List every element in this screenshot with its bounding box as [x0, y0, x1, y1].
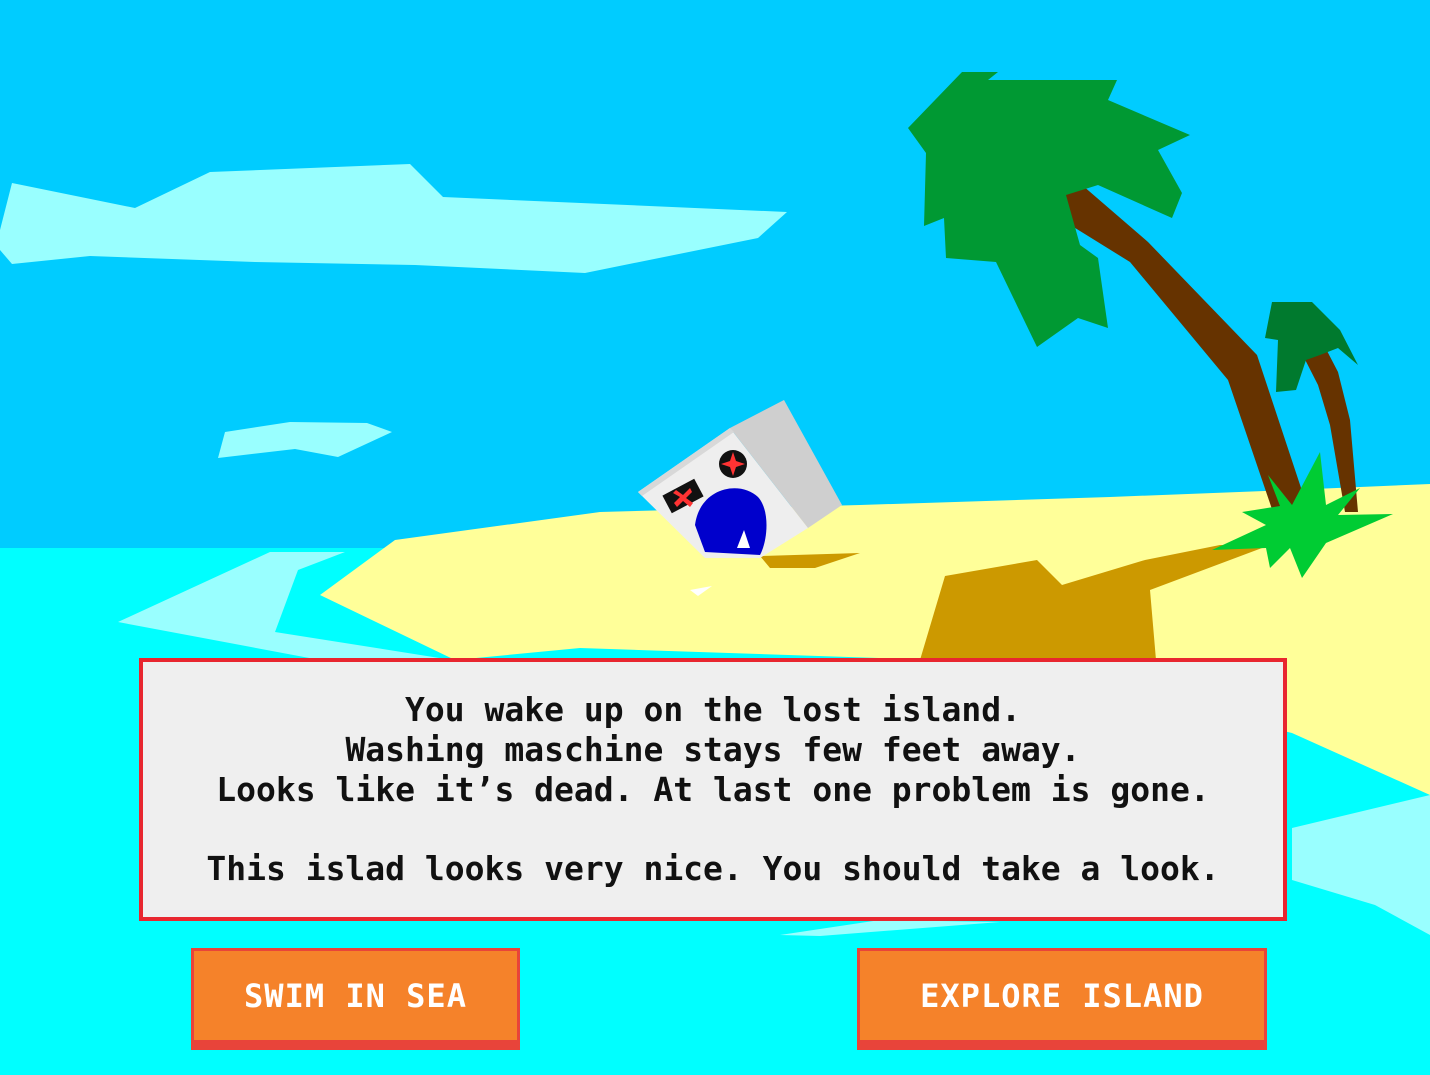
- story-line: Looks like it’s dead. At last one proble…: [216, 770, 1210, 809]
- story-hint: This islad looks very nice. You should t…: [206, 849, 1220, 888]
- swim-in-sea-button[interactable]: SWIM IN SEA: [191, 948, 520, 1050]
- explore-island-button[interactable]: EXPLORE ISLAND: [857, 948, 1267, 1050]
- story-line: Washing maschine stays few feet away.: [345, 730, 1081, 769]
- game-stage: You wake up on the lost island. Washing …: [0, 0, 1430, 1075]
- story-dialog: You wake up on the lost island. Washing …: [139, 658, 1287, 921]
- story-line: You wake up on the lost island.: [405, 690, 1021, 729]
